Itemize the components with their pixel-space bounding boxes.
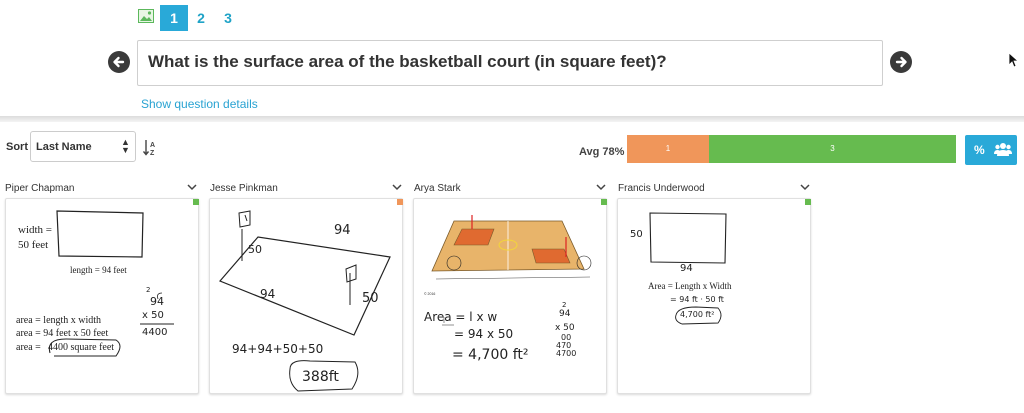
work-width-label: width =	[18, 224, 53, 236]
student-name: Piper Chapman	[5, 183, 75, 194]
work-answer: 4400 square feet	[48, 342, 115, 353]
work-side-right: 50	[362, 291, 379, 306]
work-length-label: length = 94 feet	[70, 265, 127, 275]
arrow-right-circle-icon[interactable]	[890, 51, 912, 73]
work-side-top: 94	[334, 223, 351, 238]
work-line-3-prefix: area =	[16, 342, 41, 353]
student-response-card[interactable]: 50 94 Area = Length x Width = 94 ft · 50…	[617, 198, 811, 394]
work-carry: 2	[146, 286, 151, 294]
svg-text:© 2016: © 2016	[424, 292, 435, 296]
student-name: Arya Stark	[414, 183, 461, 194]
work-line-1: area = length x width	[16, 315, 102, 326]
student-response-card[interactable]: 94 50 94 50 94+94+50+50 388ft	[209, 198, 403, 394]
work-calc-mult: x 50	[142, 310, 164, 321]
status-indicator	[805, 199, 811, 205]
arrow-left-circle-icon[interactable]	[108, 51, 130, 73]
chevron-down-icon[interactable]	[392, 183, 402, 191]
status-indicator	[601, 199, 607, 205]
student-response-card[interactable]: width = 50 feet length = 94 feet area = …	[5, 198, 199, 394]
work-calc-top: 94	[150, 295, 164, 308]
student-response-card[interactable]: © 2016 Area = l x w = 94 x 50 = 4,700 ft…	[413, 198, 607, 394]
work-answer: 4,700 ft²	[680, 310, 715, 319]
chevron-down-icon[interactable]	[187, 183, 197, 191]
work-calc-carry: 2	[562, 301, 567, 309]
question-tab-1[interactable]: 1	[160, 5, 188, 31]
sort-label: Sort	[6, 141, 28, 153]
work-line-2: area = 94 feet x 50 feet	[16, 328, 109, 339]
svg-text:A: A	[150, 142, 155, 149]
users-icon	[994, 143, 1012, 156]
show-question-details-link[interactable]: Show question details	[141, 97, 258, 111]
sort-select-value: Last Name	[36, 141, 92, 153]
average-score-label: Avg 78%	[579, 146, 625, 158]
image-icon[interactable]	[138, 8, 154, 24]
student-name: Jesse Pinkman	[210, 183, 278, 194]
mouse-cursor-icon	[1008, 52, 1018, 68]
basketball-court-diagram: © 2016	[424, 215, 592, 326]
chevron-down-icon[interactable]	[800, 183, 810, 191]
work-calc-top: 94	[559, 309, 571, 319]
distribution-segment-partial[interactable]: 1	[627, 135, 709, 163]
work-line-1: Area = Length x Width	[648, 281, 732, 291]
work-side-left: 50	[248, 243, 262, 256]
work-side-bottom: 94	[680, 263, 693, 274]
work-side-bottom: 94	[260, 287, 276, 301]
chevron-updown-icon: ▲ ▼	[121, 137, 130, 155]
work-line-3: = 4,700 ft²	[452, 347, 529, 363]
work-line-1: Area = l x w	[424, 310, 498, 324]
percent-label: %	[974, 143, 985, 157]
status-indicator	[397, 199, 403, 205]
work-line-2: = 94 x 50	[454, 327, 514, 341]
work-calc-mult: x 50	[555, 323, 575, 333]
work-answer: 388ft	[302, 369, 339, 385]
svg-text:Z: Z	[150, 150, 155, 157]
score-distribution-bar[interactable]: 1 3	[627, 135, 956, 163]
work-line-2: = 94 ft · 50 ft	[670, 295, 724, 304]
status-indicator	[193, 199, 199, 205]
question-tab-2[interactable]: 2	[187, 5, 215, 31]
work-calc-result: 4400	[142, 327, 168, 338]
question-text: What is the surface area of the basketba…	[148, 52, 667, 71]
work-side-left: 50	[630, 229, 643, 240]
sort-alpha-icon[interactable]: A Z	[143, 139, 157, 157]
question-tab-3[interactable]: 3	[214, 5, 242, 31]
work-calc-result: 4700	[556, 349, 577, 358]
chevron-down-icon[interactable]	[596, 183, 606, 191]
divider	[0, 116, 1024, 122]
work-width-value: 50 feet	[18, 239, 49, 251]
student-name: Francis Underwood	[618, 183, 705, 194]
work-equation: 94+94+50+50	[232, 342, 324, 356]
distribution-segment-correct[interactable]: 3	[709, 135, 956, 163]
